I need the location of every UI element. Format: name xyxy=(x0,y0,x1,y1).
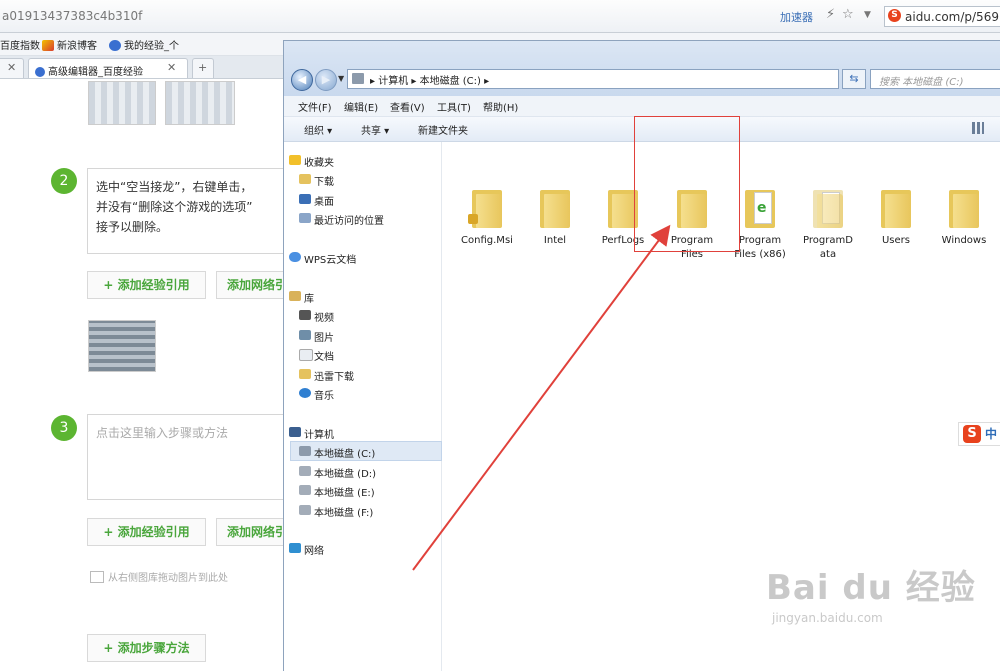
watermark-logo: Bai du 经验 xyxy=(766,568,976,608)
watermark-url: jingyan.baidu.com xyxy=(772,611,883,625)
ime-mode-label: 中 xyxy=(985,427,998,441)
baidu-watermark: Bai du 经验 jingyan.baidu.com xyxy=(766,560,976,625)
sogou-icon: S xyxy=(963,425,981,443)
ime-toolbar[interactable]: S 中 xyxy=(958,422,1000,446)
